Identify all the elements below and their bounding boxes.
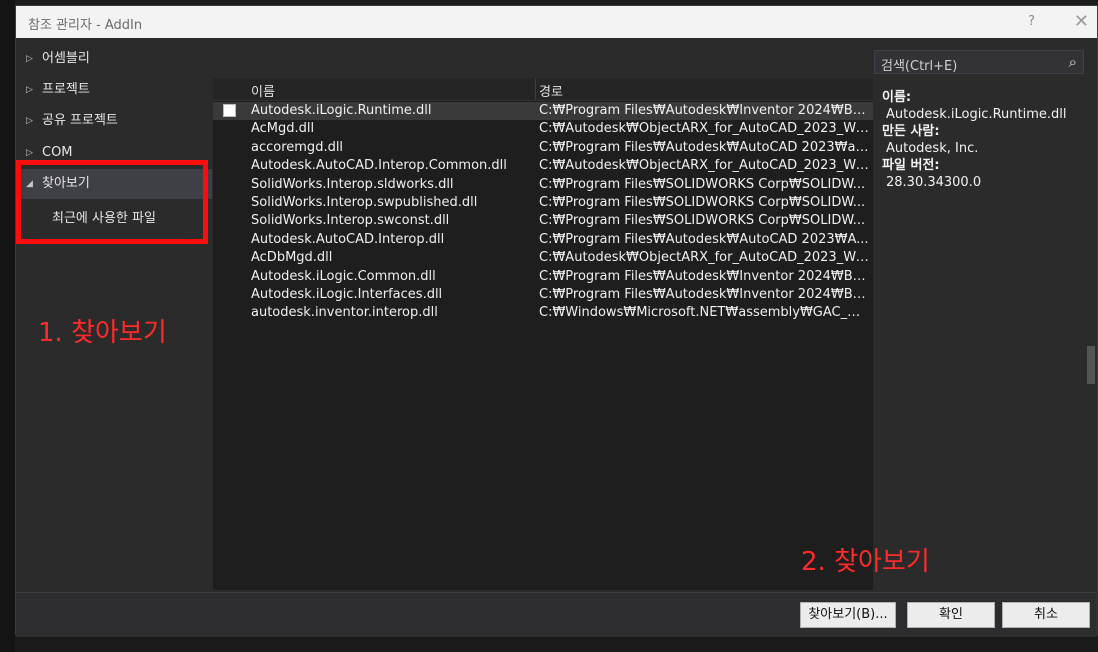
nav-item-label: 찾아보기 [42, 176, 90, 191]
detail-author-label: 만든 사람: [882, 124, 940, 139]
nav-item-label: COM [42, 145, 73, 160]
nav-item-label: 공유 프로젝트 [42, 113, 118, 128]
row-path: C:₩Autodesk₩ObjectARX_for_AutoCAD_2023_W… [539, 158, 869, 174]
table-row[interactable]: autodesk.inventor.interop.dll C:₩Windows₩… [213, 304, 873, 322]
table-row[interactable]: SolidWorks.Interop.swpublished.dll C:₩Pro… [213, 194, 873, 212]
background-edge [0, 0, 15, 652]
row-path: C:₩Program Files₩Autodesk₩AutoCAD 2023₩a… [539, 139, 869, 155]
annotation-step2: 2. 찾아보기 [801, 547, 930, 577]
row-name: SolidWorks.Interop.swconst.dll [251, 213, 450, 229]
expand-arrow-icon: ▷ [26, 85, 33, 95]
annotation-step1: 1. 찾아보기 [38, 318, 167, 348]
row-name: Autodesk.iLogic.Common.dll [251, 268, 436, 284]
window-title: 참조 관리자 - AddIn [28, 18, 143, 33]
row-path: C:₩Program Files₩Autodesk₩AutoCAD 2023₩A… [539, 231, 869, 247]
row-name: Autodesk.iLogic.Runtime.dll [251, 103, 432, 118]
row-path: C:₩Program Files₩SOLIDWORKS Corp₩SOLIDW.… [539, 195, 866, 210]
column-divider[interactable] [535, 78, 536, 100]
nav-item-shared-projects[interactable]: ▷ 공유 프로젝트 [16, 106, 212, 136]
vertical-scrollbar[interactable] [1085, 38, 1097, 592]
row-path: C:₩Windows₩Microsoft.NET₩assembly₩GAC_MS… [539, 305, 869, 321]
table-row[interactable]: Autodesk.iLogic.Interfaces.dll C:₩Program… [213, 286, 873, 304]
detail-name-value: Autodesk.iLogic.Runtime.dll [886, 107, 1067, 122]
row-path: C:₩Program Files₩SOLIDWORKS Corp₩SOLIDW.… [539, 213, 866, 229]
table-row[interactable]: AcMgd.dll C:₩Autodesk₩ObjectARX_for_AutoC… [213, 120, 873, 138]
ok-button[interactable]: 확인 [907, 602, 995, 628]
table-row[interactable]: accoremgd.dll C:₩Program Files₩Autodesk₩A… [213, 139, 873, 157]
row-path: C:₩Autodesk₩ObjectARX_for_AutoCAD_2023_W… [539, 121, 869, 137]
row-path: C:₩Program Files₩Autodesk₩Inventor 2024₩… [539, 268, 869, 284]
row-name: autodesk.inventor.interop.dll [251, 305, 438, 321]
detail-version-value: 28.30.34300.0 [886, 175, 982, 190]
scrollbar-thumb[interactable] [1087, 346, 1095, 384]
search-icon[interactable]: ⌕ [1069, 53, 1077, 71]
table-row[interactable]: AcDbMgd.dll C:₩Autodesk₩ObjectARX_for_Aut… [213, 249, 873, 267]
details-panel: 이름: Autodesk.iLogic.Runtime.dll 만든 사람: A… [882, 89, 1067, 191]
row-path: C:₩Program Files₩Autodesk₩Inventor 2024₩… [539, 103, 869, 118]
detail-author-value: Autodesk, Inc. [886, 141, 979, 156]
table-row[interactable]: Autodesk.iLogic.Common.dll C:₩Program Fil… [213, 268, 873, 286]
row-name: SolidWorks.Interop.swpublished.dll [251, 195, 478, 210]
detail-name-label: 이름: [882, 90, 912, 105]
expand-arrow-icon: ▷ [26, 148, 33, 158]
list-header: 이름 경로 [213, 78, 873, 101]
row-name: Autodesk.AutoCAD.Interop.Common.dll [251, 158, 507, 174]
cancel-button[interactable]: 취소 [1002, 602, 1090, 628]
row-path: C:₩Program Files₩Autodesk₩Inventor 2024₩… [539, 287, 869, 302]
browse-button[interactable]: 찾아보기(B)... [800, 602, 896, 628]
table-row[interactable]: SolidWorks.Interop.sldworks.dll C:₩Progra… [213, 176, 873, 194]
row-name: Autodesk.AutoCAD.Interop.dll [251, 231, 445, 247]
row-name: SolidWorks.Interop.sldworks.dll [251, 176, 454, 192]
reference-manager-dialog: 참조 관리자 - AddIn ? ✕ ▷ 어셈블리 ▷ 프로젝트 ▷ 공유 프로… [15, 5, 1098, 637]
nav-item-label: 어셈블리 [42, 51, 90, 66]
row-name: AcMgd.dll [251, 121, 315, 137]
table-row[interactable]: Autodesk.AutoCAD.Interop.Common.dll C:₩Au… [213, 157, 873, 175]
nav-item-recent-files[interactable]: 최근에 사용한 파일 [52, 207, 156, 226]
title-bar: 참조 관리자 - AddIn ? ✕ [16, 6, 1097, 38]
button-bar: 찾아보기(B)... 확인 취소 [16, 592, 1097, 637]
table-row[interactable]: Autodesk.iLogic.Runtime.dll C:₩Program Fi… [213, 102, 873, 120]
search-input[interactable]: 검색(Ctrl+E) ⌕ [874, 50, 1084, 74]
help-button[interactable]: ? [1028, 14, 1035, 29]
column-header-name[interactable]: 이름 [251, 81, 275, 100]
expand-arrow-icon: ▷ [26, 54, 33, 64]
table-row[interactable]: SolidWorks.Interop.swconst.dll C:₩Program… [213, 212, 873, 230]
column-header-path[interactable]: 경로 [539, 81, 563, 100]
nav-item-assemblies[interactable]: ▷ 어셈블리 [16, 44, 212, 74]
reference-list: 이름 경로 Autodesk.iLogic.Runtime.dll C:₩Prog… [213, 78, 873, 590]
search-placeholder: 검색(Ctrl+E) [881, 59, 958, 74]
close-icon[interactable]: ✕ [1074, 11, 1089, 32]
nav-item-com[interactable]: ▷ COM [16, 138, 212, 168]
nav-item-projects[interactable]: ▷ 프로젝트 [16, 75, 212, 105]
category-nav: ▷ 어셈블리 ▷ 프로젝트 ▷ 공유 프로젝트 ▷ COM ◢ 찾아보기 최근에… [16, 42, 212, 598]
table-row[interactable]: Autodesk.AutoCAD.Interop.dll C:₩Program F… [213, 231, 873, 249]
expand-arrow-icon: ▷ [26, 116, 33, 126]
nav-item-browse[interactable]: ◢ 찾아보기 [16, 169, 212, 199]
row-checkbox[interactable] [223, 104, 236, 117]
row-path: C:₩Program Files₩SOLIDWORKS Corp₩SOLIDW.… [539, 176, 866, 192]
nav-item-label: 프로젝트 [42, 82, 90, 97]
row-name: accoremgd.dll [251, 139, 344, 155]
detail-version-label: 파일 버전: [882, 158, 940, 173]
row-name: AcDbMgd.dll [251, 250, 333, 266]
row-path: C:₩Autodesk₩ObjectARX_for_AutoCAD_2023_W… [539, 250, 869, 266]
row-name: Autodesk.iLogic.Interfaces.dll [251, 287, 443, 302]
collapse-arrow-icon: ◢ [26, 179, 33, 189]
